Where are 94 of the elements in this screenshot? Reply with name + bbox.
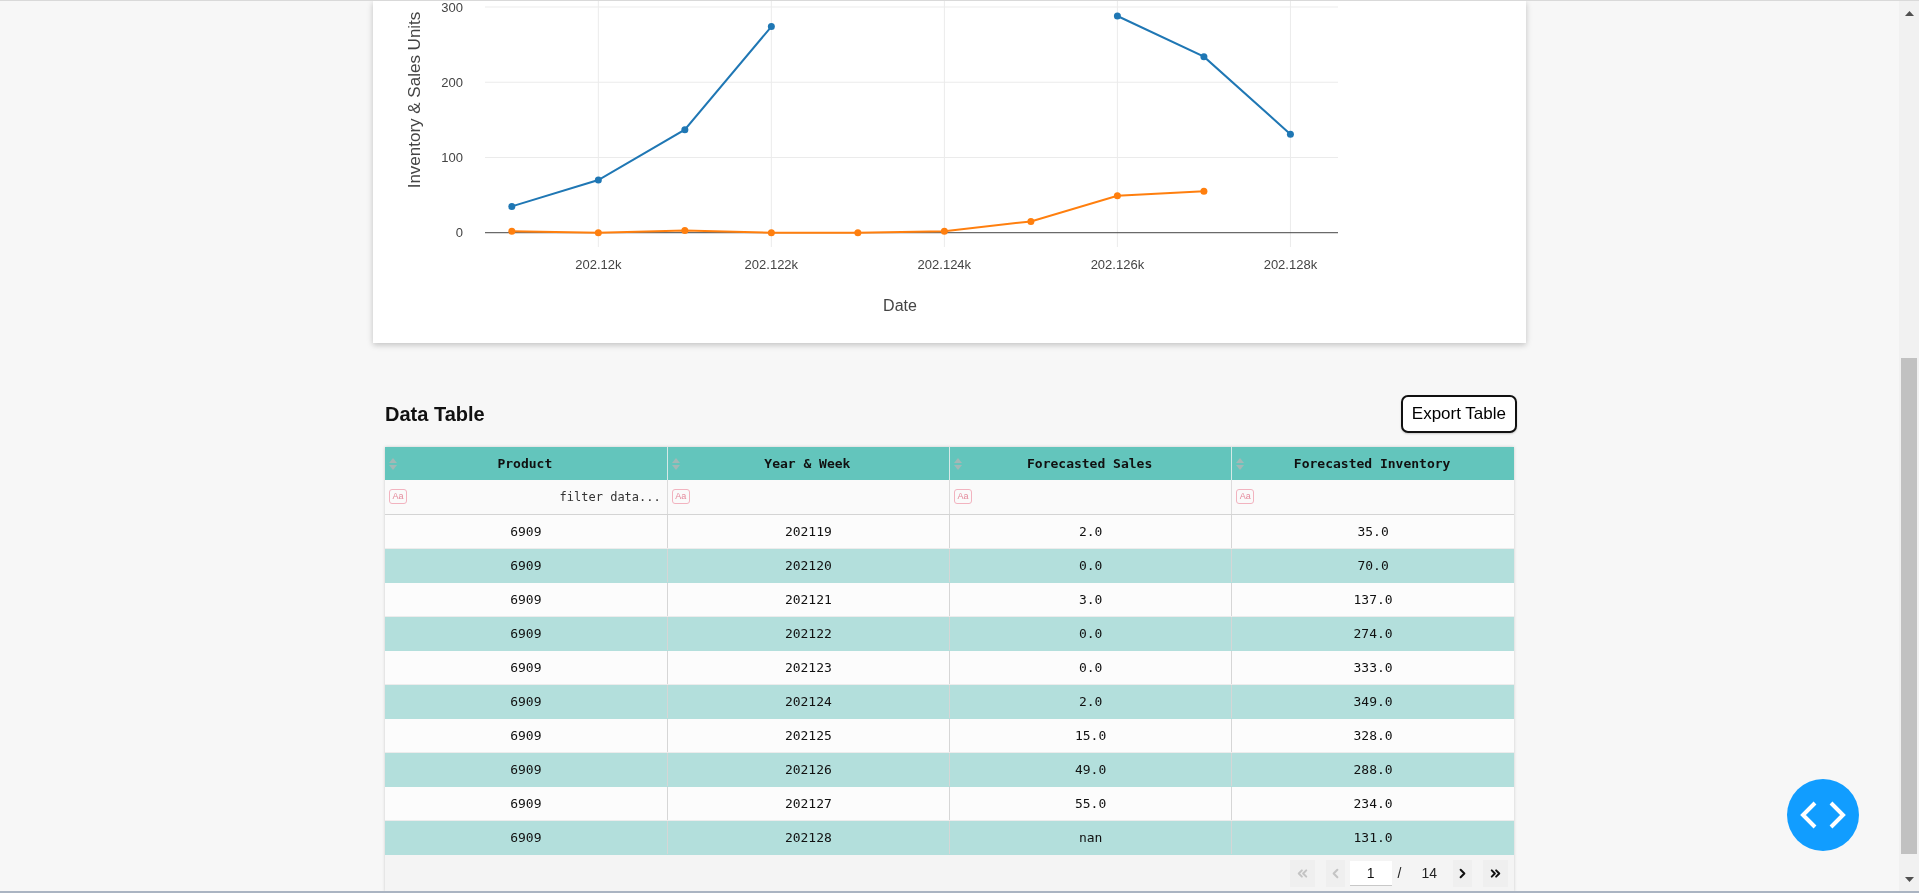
- last-page-button[interactable]: [1483, 859, 1508, 887]
- y-tick-label: 200: [441, 74, 463, 90]
- x-tick-label: 202.122k: [744, 257, 799, 272]
- table-cell: 202120: [667, 548, 950, 582]
- page-number-field[interactable]: 1: [1349, 860, 1392, 886]
- data-point: [1200, 187, 1208, 195]
- next-page-button[interactable]: [1453, 859, 1472, 887]
- table-cell: 131.0: [1231, 820, 1514, 854]
- table-cell: 6909: [385, 684, 668, 718]
- data-point: [681, 226, 689, 234]
- table-cell: 202122: [667, 616, 950, 650]
- data-point: [1113, 192, 1121, 200]
- data-point: [594, 176, 602, 184]
- table-cell: nan: [949, 820, 1232, 854]
- x-tick-label: 202.12k: [575, 257, 622, 272]
- x-tick-label: 202.124k: [917, 257, 972, 272]
- table-cell: 288.0: [1231, 752, 1514, 786]
- table-cell: 202125: [667, 718, 950, 752]
- x-tick-label: 202.126k: [1090, 257, 1145, 272]
- table-cell: 6909: [385, 514, 668, 548]
- data-point: [854, 229, 862, 237]
- table-cell: 202124: [667, 684, 950, 718]
- case-toggle-button[interactable]: Aa: [671, 489, 690, 505]
- table-cell: 202126: [667, 752, 950, 786]
- table-cell: 70.0: [1231, 548, 1514, 582]
- table-cell: 333.0: [1231, 650, 1514, 684]
- filter-field[interactable]: Aa: [667, 480, 950, 514]
- table-cell: 202119: [667, 514, 950, 548]
- sort-icon[interactable]: [389, 457, 397, 470]
- table-cell: 202121: [667, 582, 950, 616]
- sort-icon[interactable]: [671, 457, 680, 470]
- data-point: [767, 23, 775, 31]
- data-point: [594, 229, 602, 237]
- data-point: [508, 202, 516, 210]
- export-button[interactable]: Export Table: [1400, 395, 1517, 433]
- data-point: [1200, 53, 1208, 61]
- table-cell: 202127: [667, 786, 950, 820]
- table-cell: 202123: [667, 650, 950, 684]
- table-cell: 328.0: [1231, 718, 1514, 752]
- page-count: 14: [1421, 865, 1437, 881]
- data-point: [940, 227, 948, 235]
- axis-title: Inventory & Sales Units: [405, 11, 424, 189]
- table-cell: 234.0: [1231, 786, 1514, 820]
- table-cell: 55.0: [949, 786, 1232, 820]
- x-tick-label: 202.128k: [1263, 257, 1318, 272]
- case-toggle-button[interactable]: Aa: [1236, 489, 1255, 505]
- table-cell: 6909: [385, 718, 668, 752]
- axis-title: Date: [883, 297, 917, 314]
- filter-field[interactable]: Aa filter data...: [385, 480, 668, 514]
- table-cell: 6909: [385, 820, 668, 854]
- table-cell: 0.0: [949, 650, 1232, 684]
- data-point: [1027, 217, 1035, 225]
- page-separator: /: [1397, 865, 1402, 881]
- table-cell: 6909: [385, 786, 668, 820]
- table-cell: 0.0: [949, 548, 1232, 582]
- data-point: [1113, 12, 1121, 20]
- column-header: Year & Week: [763, 456, 852, 471]
- table-cell: 2.0: [949, 514, 1232, 548]
- caret-up-icon: [1904, 11, 1914, 16]
- case-toggle-button[interactable]: Aa: [389, 489, 407, 505]
- table-cell: 49.0: [949, 752, 1232, 786]
- table-cell: 15.0: [949, 718, 1232, 752]
- table-cell: 6909: [385, 548, 668, 582]
- filter-field[interactable]: Aa: [949, 480, 1232, 514]
- y-tick-label: 300: [441, 1, 463, 15]
- section-title: Data Table: [385, 402, 485, 426]
- data-point: [681, 126, 689, 134]
- sort-icon[interactable]: [1236, 457, 1245, 470]
- table-cell: 349.0: [1231, 684, 1514, 718]
- data-point: [767, 229, 775, 237]
- data-point: [508, 227, 516, 235]
- case-toggle-button[interactable]: Aa: [954, 489, 972, 505]
- table-cell: 0.0: [949, 616, 1232, 650]
- column-header: Forecasted Sales: [1026, 456, 1154, 471]
- code-icon: [1800, 801, 1846, 829]
- column-header: Forecasted Inventory: [1292, 456, 1452, 471]
- table-cell: 6909: [385, 616, 668, 650]
- caret-down-icon: [1904, 877, 1914, 882]
- scrollbar-thumb[interactable]: [1901, 358, 1917, 854]
- table-cell: 2.0: [949, 684, 1232, 718]
- table-cell: 35.0: [1231, 514, 1514, 548]
- table-cell: 6909: [385, 752, 668, 786]
- filter-field[interactable]: Aa: [1231, 480, 1514, 514]
- table-cell: 274.0: [1231, 616, 1514, 650]
- data-point: [1286, 130, 1294, 138]
- table-cell: 202128: [667, 820, 950, 854]
- table-cell: 3.0: [949, 582, 1232, 616]
- table-cell: 137.0: [1231, 582, 1514, 616]
- y-tick-label: 0: [455, 225, 463, 241]
- table-cell: 6909: [385, 582, 668, 616]
- y-tick-label: 100: [441, 150, 463, 165]
- column-header: Product: [496, 456, 554, 471]
- table-cell: 6909: [385, 650, 668, 684]
- sort-icon[interactable]: [954, 457, 962, 470]
